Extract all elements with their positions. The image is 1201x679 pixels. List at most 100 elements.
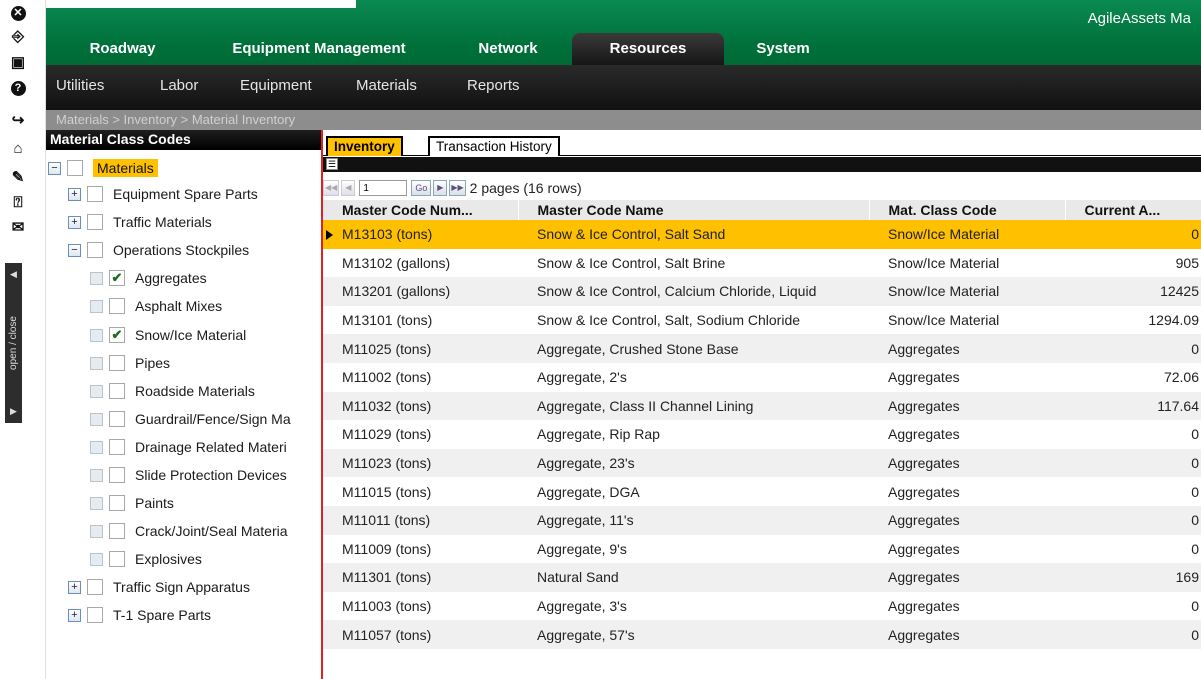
- cell-current-amount[interactable]: 0: [1065, 220, 1201, 249]
- cell-current-amount[interactable]: 12425: [1065, 277, 1201, 306]
- tree-node-label[interactable]: Paints: [135, 495, 174, 511]
- cell-mat-class-code[interactable]: Aggregates: [869, 563, 1065, 592]
- tree-node-label[interactable]: T-1 Spare Parts: [113, 607, 211, 623]
- tree-node-equipment-spare-parts[interactable]: + Equipment Spare Parts: [68, 183, 258, 205]
- tree-node-label[interactable]: Drainage Related Materi: [135, 439, 287, 455]
- tree-node-label[interactable]: Guardrail/Fence/Sign Ma: [135, 411, 291, 427]
- column-header-master-code-num[interactable]: Master Code Num...: [323, 200, 519, 220]
- tree-checkbox[interactable]: [109, 467, 125, 483]
- tree-checkbox[interactable]: [87, 579, 103, 595]
- cell-mat-class-code[interactable]: Aggregates: [869, 477, 1065, 506]
- tree-checkbox[interactable]: [109, 355, 125, 371]
- tree-node-t1-spare-parts[interactable]: + T-1 Spare Parts: [68, 604, 211, 626]
- table-row[interactable]: M13101 (tons) Snow & Ice Control, Salt, S…: [323, 305, 1201, 335]
- page-number-input[interactable]: [359, 180, 408, 196]
- cell-master-code-num[interactable]: M13103 (tons): [323, 220, 518, 249]
- cell-master-code-num[interactable]: M11023 (tons): [323, 448, 518, 478]
- tab-inventory[interactable]: Inventory: [326, 136, 403, 156]
- cell-master-code-name[interactable]: Aggregate, Rip Rap: [518, 420, 869, 449]
- cell-master-code-name[interactable]: Aggregate, 3's: [518, 591, 869, 621]
- tree-node-asphalt-mixes[interactable]: Asphalt Mixes: [90, 295, 222, 317]
- tab-equipment-management[interactable]: Equipment Management: [204, 33, 434, 65]
- subnav-utilities[interactable]: Utilities: [56, 77, 104, 94]
- table-row[interactable]: M11015 (tons) Aggregate, DGA Aggregates 0: [323, 477, 1201, 506]
- cell-master-code-name[interactable]: Aggregate, DGA: [518, 477, 869, 506]
- tree-node-label[interactable]: Traffic Materials: [113, 214, 212, 230]
- table-row[interactable]: M11057 (tons) Aggregate, 57's Aggregates 0: [323, 620, 1201, 649]
- table-row[interactable]: M11023 (tons) Aggregate, 23's Aggregates 0: [323, 448, 1201, 478]
- cell-master-code-num[interactable]: M11301 (tons): [323, 563, 518, 592]
- cell-master-code-name[interactable]: Aggregate, Crushed Stone Base: [518, 334, 869, 363]
- tree-node-label[interactable]: Equipment Spare Parts: [113, 186, 258, 202]
- cell-mat-class-code[interactable]: Aggregates: [869, 448, 1065, 478]
- cell-master-code-name[interactable]: Snow & Ice Control, Calcium Chloride, Li…: [518, 277, 869, 306]
- cell-current-amount[interactable]: 0: [1065, 420, 1201, 449]
- column-header-master-code-name[interactable]: Master Code Name: [518, 200, 870, 220]
- subnav-equipment[interactable]: Equipment: [240, 77, 312, 94]
- cell-mat-class-code[interactable]: Aggregates: [869, 362, 1065, 392]
- cell-current-amount[interactable]: 0: [1065, 591, 1201, 621]
- tree-checkbox[interactable]: [109, 523, 125, 539]
- help-context-icon[interactable]: ⍰: [9, 193, 27, 211]
- cell-current-amount[interactable]: 169: [1065, 563, 1201, 592]
- subnav-materials[interactable]: Materials: [356, 77, 417, 94]
- table-row[interactable]: M11029 (tons) Aggregate, Rip Rap Aggregate…: [323, 420, 1201, 449]
- subnav-labor[interactable]: Labor: [160, 77, 198, 94]
- tree-checkbox[interactable]: [87, 214, 103, 230]
- cell-mat-class-code[interactable]: Snow/Ice Material: [869, 220, 1065, 249]
- cell-mat-class-code[interactable]: Snow/Ice Material: [869, 277, 1065, 306]
- tree-node-drainage-related[interactable]: Drainage Related Materi: [90, 436, 287, 458]
- cell-master-code-name[interactable]: Aggregate, 57's: [518, 620, 869, 649]
- cell-master-code-num[interactable]: M13102 (gallons): [323, 248, 518, 278]
- collapse-icon[interactable]: −: [68, 243, 81, 257]
- subnav-reports[interactable]: Reports: [467, 77, 520, 94]
- table-row[interactable]: M13103 (tons) Snow & Ice Control, Salt Sa…: [323, 220, 1201, 249]
- edit-icon[interactable]: ✎: [9, 168, 27, 186]
- home-icon[interactable]: ⌂: [9, 139, 27, 157]
- cell-mat-class-code[interactable]: Aggregates: [869, 391, 1065, 421]
- grid-menu-icon[interactable]: ☰: [326, 158, 338, 170]
- expand-icon[interactable]: +: [68, 580, 81, 594]
- tree-checkbox[interactable]: [109, 551, 125, 567]
- cell-mat-class-code[interactable]: Aggregates: [869, 334, 1065, 363]
- next-page-icon[interactable]: ▶: [433, 180, 448, 196]
- exit-icon[interactable]: ⎆: [9, 27, 27, 45]
- cell-mat-class-code[interactable]: Aggregates: [869, 591, 1065, 621]
- cell-master-code-num[interactable]: M11003 (tons): [323, 591, 518, 621]
- close-icon[interactable]: ✕: [9, 4, 27, 22]
- help-icon[interactable]: ?: [9, 79, 27, 97]
- cell-mat-class-code[interactable]: Snow/Ice Material: [869, 248, 1065, 278]
- cell-master-code-num[interactable]: M11057 (tons): [323, 620, 518, 649]
- tab-roadway[interactable]: Roadway: [70, 33, 175, 65]
- cell-current-amount[interactable]: 0: [1065, 477, 1201, 506]
- tab-resources[interactable]: Resources: [572, 33, 724, 65]
- tab-network[interactable]: Network: [458, 33, 558, 65]
- tree-node-traffic-materials[interactable]: + Traffic Materials: [68, 211, 212, 233]
- tree-checkbox[interactable]: [87, 186, 103, 202]
- cell-current-amount[interactable]: 0: [1065, 448, 1201, 478]
- tree-node-label[interactable]: Explosives: [135, 551, 202, 567]
- cell-master-code-name[interactable]: Snow & Ice Control, Salt Brine: [518, 248, 869, 278]
- tree-node-label[interactable]: Snow/Ice Material: [135, 327, 246, 343]
- tree-node-traffic-sign-apparatus[interactable]: + Traffic Sign Apparatus: [68, 576, 250, 598]
- cell-current-amount[interactable]: 117.64: [1065, 391, 1201, 421]
- expand-icon[interactable]: +: [68, 215, 81, 229]
- last-page-icon[interactable]: ▶▶: [449, 180, 466, 196]
- table-row[interactable]: M11032 (tons) Aggregate, Class II Channel…: [323, 391, 1201, 421]
- tree-node-label[interactable]: Operations Stockpiles: [113, 242, 249, 258]
- tree-node-pipes[interactable]: Pipes: [90, 352, 170, 374]
- open-close-toggle[interactable]: ◀ open / close ▶: [5, 263, 22, 423]
- cell-master-code-name[interactable]: Aggregate, Class II Channel Lining: [518, 391, 869, 421]
- tree-checkbox[interactable]: [109, 439, 125, 455]
- tree-checkbox-checked[interactable]: ✔: [109, 327, 125, 343]
- cell-master-code-num[interactable]: M13101 (tons): [323, 305, 518, 335]
- cell-master-code-name[interactable]: Aggregate, 9's: [518, 534, 869, 564]
- cell-master-code-name[interactable]: Aggregate, 2's: [518, 362, 869, 392]
- cell-current-amount[interactable]: 0: [1065, 334, 1201, 363]
- cell-master-code-num[interactable]: M11011 (tons): [323, 505, 518, 535]
- expand-icon[interactable]: +: [68, 187, 81, 201]
- cell-master-code-num[interactable]: M13201 (gallons): [323, 277, 518, 306]
- cell-current-amount[interactable]: 72.06: [1065, 362, 1201, 392]
- tree-root-label[interactable]: Materials: [93, 159, 158, 177]
- tree-node-label[interactable]: Crack/Joint/Seal Materia: [135, 523, 288, 539]
